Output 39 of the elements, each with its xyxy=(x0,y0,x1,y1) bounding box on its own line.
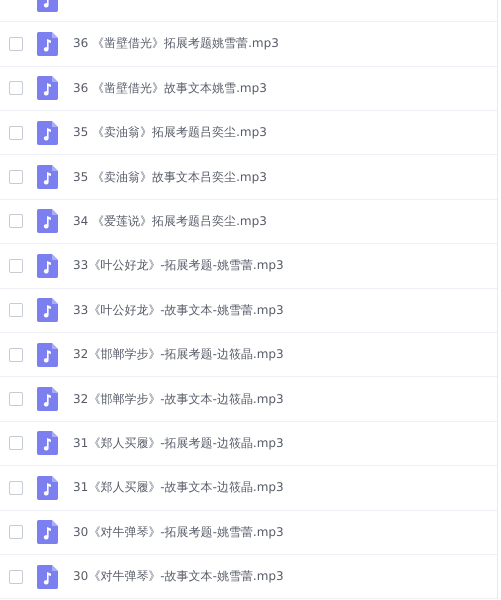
file-name[interactable]: 33《叶公好龙》-拓展考题-姚雪蕾.mp3 xyxy=(73,257,284,274)
file-name[interactable]: 36 《凿壁借光》拓展考题姚雪蕾.mp3 xyxy=(73,35,279,52)
file-name[interactable]: 32《邯郸学步》-故事文本-边筱晶.mp3 xyxy=(73,390,284,408)
file-name[interactable]: 35 《卖油翁》拓展考题吕奕尘.mp3 xyxy=(73,124,267,142)
checkbox[interactable] xyxy=(9,170,23,184)
audio-file-icon xyxy=(37,431,58,456)
checkbox[interactable] xyxy=(9,126,23,140)
checkbox[interactable] xyxy=(9,258,23,273)
checkbox[interactable] xyxy=(9,214,23,228)
file-name[interactable]: 34 《爱莲说》拓展考题吕奕尘.mp3 xyxy=(73,212,267,230)
audio-file-icon xyxy=(37,298,58,322)
checkbox[interactable] xyxy=(9,525,23,540)
file-name[interactable]: 31《郑人买履》-故事文本-边筱晶.mp3 xyxy=(73,479,284,496)
audio-file-icon xyxy=(37,520,58,544)
audio-file-icon xyxy=(37,254,58,278)
audio-file-icon xyxy=(37,342,58,367)
audio-file-icon xyxy=(37,387,58,412)
audio-file-icon xyxy=(37,76,58,100)
checkbox[interactable] xyxy=(9,436,23,450)
checkbox[interactable] xyxy=(9,480,23,495)
file-name[interactable]: 36 《凿壁借光》故事文本姚雪.mp3 xyxy=(73,80,267,97)
audio-file-icon xyxy=(37,32,58,56)
file-name[interactable]: 33《叶公好龙》-故事文本-姚雪蕾.mp3 xyxy=(73,302,284,319)
file-name[interactable]: 30《对牛弹琴》-拓展考题-姚雪蕾.mp3 xyxy=(73,524,284,541)
file-name[interactable]: 30《对牛弹琴》-故事文本-姚雪蕾.mp3 xyxy=(73,568,284,586)
checkbox[interactable] xyxy=(9,570,23,584)
file-name[interactable]: 31《郑人买履》-拓展考题-边筱晶.mp3 xyxy=(73,434,284,452)
checkbox[interactable] xyxy=(9,36,23,51)
audio-file-icon xyxy=(37,120,58,145)
checkbox[interactable] xyxy=(9,303,23,318)
audio-file-icon xyxy=(37,476,58,500)
file-name[interactable]: 32《邯郸学步》-拓展考题-边筱晶.mp3 xyxy=(73,346,284,364)
audio-file-icon xyxy=(37,209,58,234)
checkbox[interactable] xyxy=(9,81,23,96)
checkbox[interactable] xyxy=(9,392,23,406)
audio-file-icon xyxy=(37,564,58,589)
audio-file-icon xyxy=(37,165,58,190)
file-name[interactable]: 35 《卖油翁》故事文本吕奕尘.mp3 xyxy=(73,168,267,186)
checkbox[interactable] xyxy=(9,348,23,362)
